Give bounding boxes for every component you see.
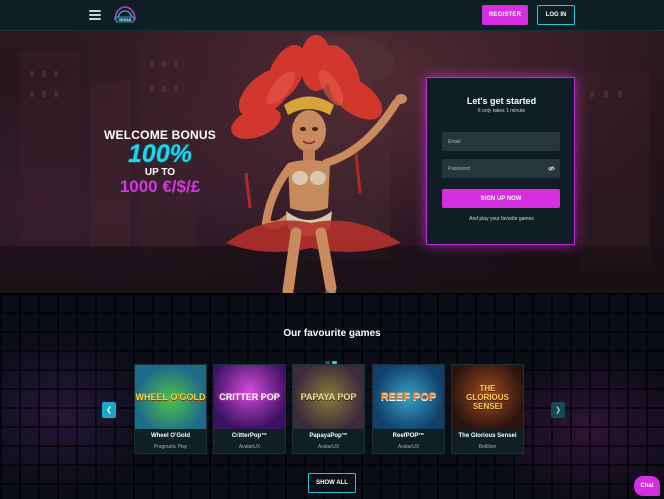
game-provider: AvatarUX: [317, 444, 340, 450]
game-card-reefpop[interactable]: REEF POP ReefPOP™ AvatarUX: [372, 364, 445, 454]
game-provider: Pragmatic Play: [153, 444, 188, 450]
game-thumbnail: THE GLORIOUS SENSEI: [452, 365, 523, 429]
games-carousel-dots: [325, 351, 341, 364]
games-section-title: Our favourite games: [283, 328, 381, 339]
game-card-glorious-sensei[interactable]: THE GLORIOUS SENSEI The Glorious Sensei …: [451, 364, 524, 454]
vegas-logo-icon[interactable]: VEGAS: [112, 5, 138, 25]
show-all-button[interactable]: SHOW ALL: [308, 473, 356, 493]
signup-title: Let's get started: [466, 96, 537, 106]
login-button[interactable]: LOG IN: [537, 5, 575, 25]
showgirl-character-image: [226, 35, 407, 293]
game-thumbnail: WHEEL O'GOLD: [135, 365, 206, 429]
game-card-critterpop[interactable]: CRITTER POP CritterPop™ AvatarUX: [213, 364, 286, 454]
game-name: ReefPOP™: [392, 433, 425, 439]
carousel-next-arrow-icon[interactable]: ❯: [551, 402, 565, 418]
game-thumbnail: PAPAYA POP: [293, 365, 364, 429]
game-art-text: CRITTER POP: [219, 392, 280, 402]
game-art-text: REEF POP: [380, 391, 437, 403]
hero-carousel-dots: [325, 282, 341, 293]
hero-banner: WELCOME BONUS 100% UP TO 1000 €/$/£ Let'…: [0, 31, 664, 293]
bonus-amount: 1000 €/$/£: [119, 177, 201, 196]
game-art-text: WHEEL O'GOLD: [135, 392, 206, 402]
svg-text:VEGAS: VEGAS: [119, 18, 132, 22]
game-provider: AvatarUX: [238, 444, 261, 450]
casino-page: VEGAS REGISTER LOG IN WELCOME BONUS 100%…: [0, 0, 664, 499]
favourite-games-section: Our favourite games ❮ ❯ WHEEL O'GOLD Whe…: [0, 293, 664, 499]
game-card-papayapop[interactable]: PAPAYA POP PapayaPop™ AvatarUX: [292, 364, 365, 454]
game-provider: AvatarUX: [397, 444, 420, 450]
signup-subtitle: It only takes 1 minute: [477, 108, 526, 114]
welcome-bonus-banner: WELCOME BONUS 100% UP TO 1000 €/$/£: [96, 128, 224, 196]
eye-slash-icon[interactable]: [548, 166, 555, 171]
signup-form: Let's get started It only takes 1 minute…: [426, 77, 575, 245]
register-button[interactable]: REGISTER: [482, 5, 528, 25]
signup-note: And play your favorite games: [469, 216, 534, 222]
game-art-text: PAPAYA POP: [300, 392, 357, 402]
signup-button[interactable]: SIGN UP NOW: [442, 189, 560, 208]
chat-button[interactable]: Chat: [634, 476, 660, 496]
email-field[interactable]: [442, 132, 560, 151]
game-thumbnail: REEF POP: [373, 365, 444, 429]
game-name: The Glorious Sensei: [458, 433, 517, 439]
game-name: CritterPop™: [231, 433, 268, 439]
game-name: Wheel O'Gold: [150, 433, 191, 439]
game-name: PapayaPop™: [309, 433, 348, 439]
password-field[interactable]: [442, 159, 560, 178]
carousel-prev-arrow-icon[interactable]: ❮: [102, 402, 116, 418]
top-header: VEGAS REGISTER LOG IN: [0, 0, 664, 31]
game-provider: Betillion: [478, 444, 497, 450]
bonus-percent: 100%: [128, 140, 192, 168]
game-thumbnail: CRITTER POP: [214, 365, 285, 429]
game-art-text: THE GLORIOUS SENSEI: [466, 383, 509, 411]
hamburger-menu-icon[interactable]: [89, 10, 101, 20]
game-card-wheel-o-gold[interactable]: WHEEL O'GOLD Wheel O'Gold Pragmatic Play: [134, 364, 207, 454]
